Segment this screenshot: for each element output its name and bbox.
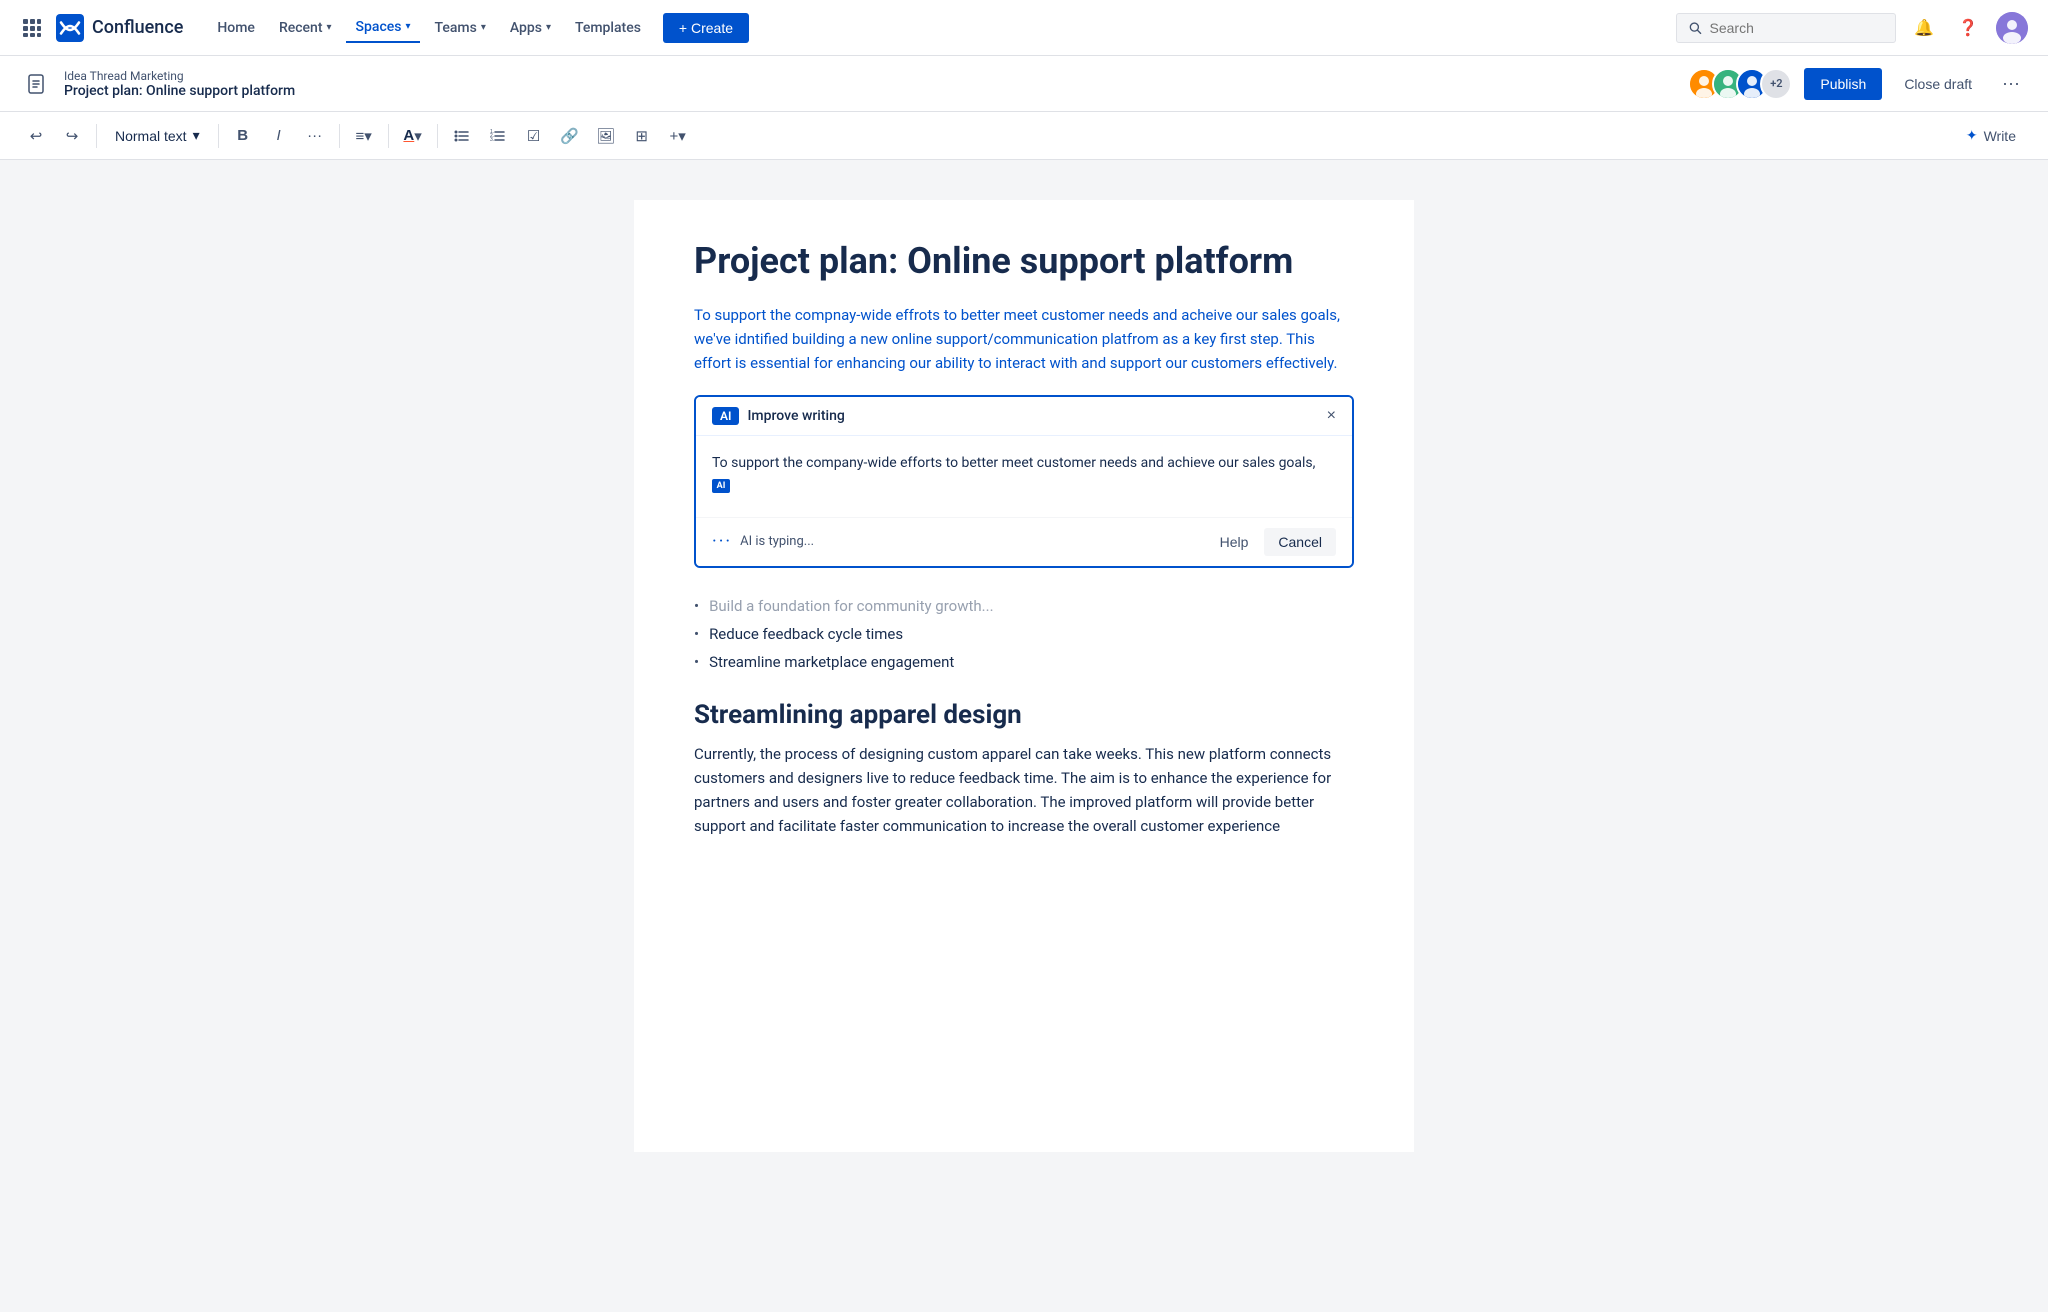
toolbar-divider-1 <box>96 124 97 148</box>
notifications-button[interactable]: 🔔 <box>1908 12 1940 44</box>
teams-chevron-icon: ▾ <box>481 22 486 33</box>
more-options-button[interactable]: ··· <box>1994 69 2028 98</box>
nav-right: 🔔 ❓ <box>1676 12 2028 44</box>
italic-button[interactable]: I <box>263 120 295 152</box>
task-list-button[interactable]: ☑ <box>518 120 550 152</box>
bullet-list-button[interactable] <box>446 120 478 152</box>
breadcrumb-parent: Idea Thread Marketing <box>64 69 295 83</box>
svg-text:3.: 3. <box>490 137 494 143</box>
user-avatar[interactable] <box>1996 12 2028 44</box>
nav-spaces[interactable]: Spaces ▾ <box>346 13 421 43</box>
link-button[interactable]: 🔗 <box>554 120 586 152</box>
toolbar-divider-4 <box>388 124 389 148</box>
ai-box-header: AI Improve writing × <box>696 397 1352 436</box>
breadcrumb: Idea Thread Marketing Project plan: Onli… <box>64 69 295 99</box>
bold-button[interactable]: B <box>227 120 259 152</box>
redo-button[interactable]: ↪ <box>56 120 88 152</box>
text-style-label: Normal text <box>115 128 187 144</box>
nav-teams[interactable]: Teams ▾ <box>424 14 495 42</box>
ai-box-footer: ··· AI is typing... Help Cancel <box>696 517 1352 566</box>
ai-cancel-button[interactable]: Cancel <box>1264 528 1336 556</box>
ai-dots: ··· <box>712 531 732 552</box>
ai-typing-text: To support the company-wide efforts to b… <box>712 452 1336 497</box>
section2-body[interactable]: Currently, the process of designing cust… <box>694 742 1354 838</box>
document-title[interactable]: Project plan: Online support platform <box>694 240 1354 283</box>
collaborator-count: +2 <box>1760 68 1792 100</box>
table-button[interactable]: ⊞ <box>626 120 658 152</box>
list-item: Reduce feedback cycle times <box>694 620 1354 648</box>
navbar: Confluence Home Recent ▾ Spaces ▾ Teams … <box>0 0 2048 56</box>
nav-recent[interactable]: Recent ▾ <box>269 14 342 42</box>
breadcrumb-title: Project plan: Online support platform <box>64 83 295 99</box>
ai-tag-text: Improve writing <box>747 408 844 424</box>
app-name: Confluence <box>92 17 183 38</box>
text-color-button[interactable]: A▾ <box>397 120 429 152</box>
ai-help-button[interactable]: Help <box>1212 530 1257 554</box>
ai-close-button[interactable]: × <box>1327 407 1336 425</box>
search-icon <box>1689 21 1702 35</box>
ai-badge: AI <box>712 407 739 425</box>
list-item: Build a foundation for community growth.… <box>694 592 1354 620</box>
nav-home[interactable]: Home <box>207 14 265 42</box>
ai-status-text: AI is typing... <box>740 534 1204 549</box>
apps-chevron-icon: ▾ <box>546 22 551 33</box>
doc-header-left: Idea Thread Marketing Project plan: Onli… <box>20 68 1688 100</box>
nav-templates[interactable]: Templates <box>565 14 651 42</box>
doc-header: Idea Thread Marketing Project plan: Onli… <box>0 56 2048 112</box>
undo-button[interactable]: ↩ <box>20 120 52 152</box>
toolbar-divider-5 <box>437 124 438 148</box>
ai-box-body: To support the company-wide efforts to b… <box>696 436 1352 517</box>
doc-intro-text[interactable]: To support the compnay-wide effrots to b… <box>694 303 1354 375</box>
spaces-chevron-icon: ▾ <box>405 21 410 32</box>
grid-icon[interactable] <box>20 16 44 40</box>
app-logo[interactable]: Confluence <box>56 14 183 42</box>
more-format-button[interactable]: ··· <box>299 120 331 152</box>
image-button[interactable]: 🖼 <box>590 120 622 152</box>
recent-chevron-icon: ▾ <box>327 22 332 33</box>
create-button[interactable]: + Create <box>663 13 749 43</box>
page-icon <box>20 68 52 100</box>
bullet-list: Build a foundation for community growth.… <box>694 592 1354 676</box>
numbered-list-button[interactable]: 1. 2. 3. <box>482 120 514 152</box>
write-label: Write <box>1984 128 2016 144</box>
list-item: Streamline marketplace engagement <box>694 648 1354 676</box>
toolbar-divider-3 <box>339 124 340 148</box>
nav-links: Home Recent ▾ Spaces ▾ Teams ▾ Apps ▾ Te… <box>207 13 1668 43</box>
search-box[interactable] <box>1676 13 1896 43</box>
text-style-chevron-icon: ▾ <box>193 127 200 144</box>
section2-heading: Streamlining apparel design <box>694 700 1354 730</box>
search-input[interactable] <box>1710 20 1883 36</box>
ai-cursor: AI <box>712 479 730 493</box>
formatting-toolbar: ↩ ↪ Normal text ▾ B I ··· ≡▾ A▾ 1. 2. 3. <box>0 112 2048 160</box>
close-draft-button[interactable]: Close draft <box>1894 68 1982 100</box>
help-button[interactable]: ❓ <box>1952 12 1984 44</box>
publish-button[interactable]: Publish <box>1804 68 1882 100</box>
editor-content: Project plan: Online support platform To… <box>634 200 1414 1152</box>
collaborators-avatars: +2 <box>1688 68 1792 100</box>
write-button[interactable]: ✦ Write <box>1954 121 2028 150</box>
nav-apps[interactable]: Apps ▾ <box>500 14 561 42</box>
insert-more-button[interactable]: +▾ <box>662 120 694 152</box>
align-button[interactable]: ≡▾ <box>348 120 380 152</box>
main-wrapper: Project plan: Online support platform To… <box>0 160 2048 1192</box>
ai-improve-writing-box: AI Improve writing × To support the comp… <box>694 395 1354 568</box>
toolbar-right: ✦ Write <box>1954 121 2028 150</box>
text-style-dropdown[interactable]: Normal text ▾ <box>105 123 210 148</box>
toolbar-divider-2 <box>218 124 219 148</box>
doc-header-right: +2 Publish Close draft ··· <box>1688 68 2028 100</box>
